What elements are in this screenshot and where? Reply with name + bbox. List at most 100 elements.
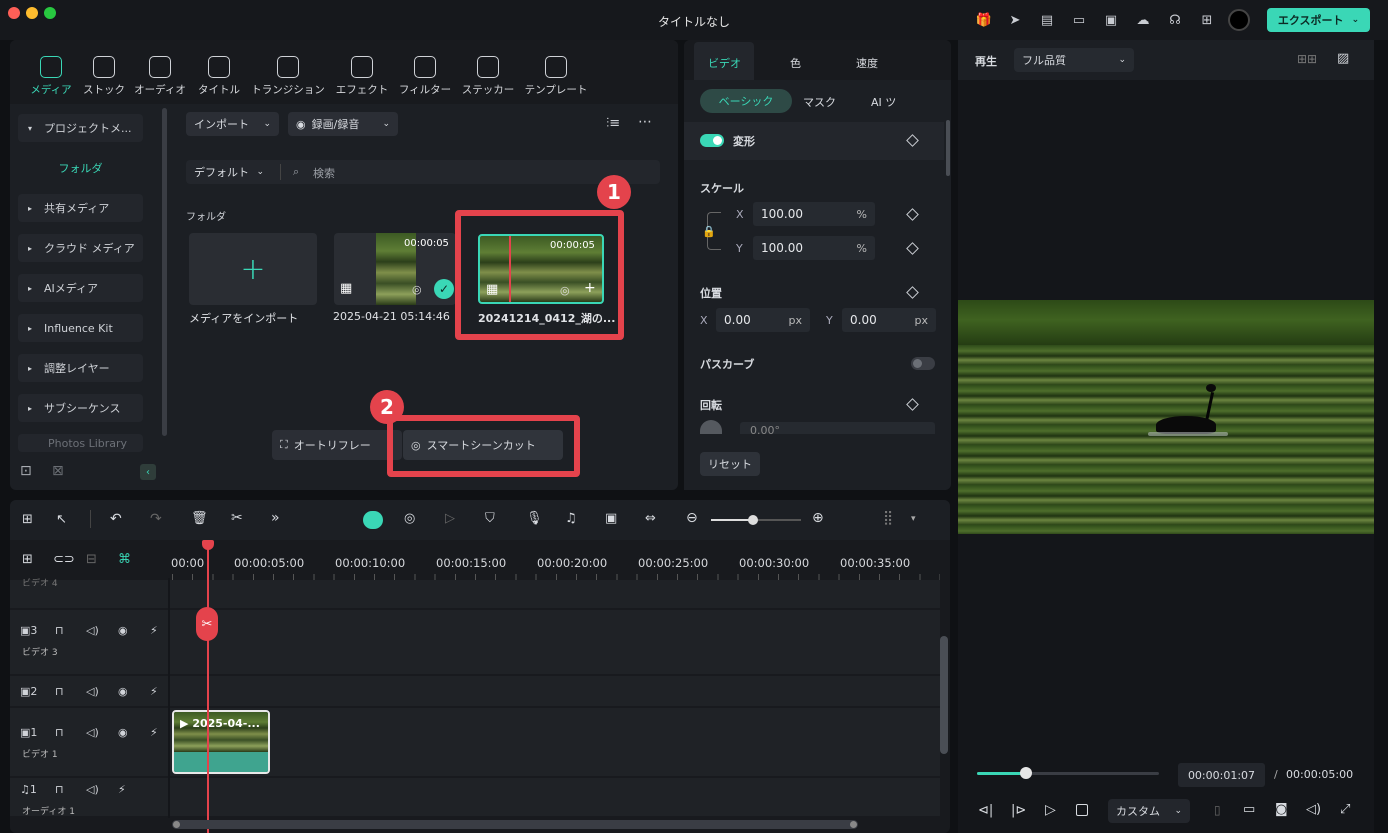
zoom-out-icon[interactable]: ⊖ xyxy=(686,510,698,526)
sidebar-item-shared[interactable]: ▸ 共有メディア xyxy=(18,194,143,222)
position-y-input[interactable]: 0.00 px xyxy=(842,308,936,332)
eye-icon[interactable]: ◉ xyxy=(118,624,128,637)
audio-icon[interactable]: ◁) xyxy=(86,726,99,739)
export-button[interactable]: エクスポート ⌄ xyxy=(1267,8,1370,32)
sidebar-item-adjustment[interactable]: ▸ 調整レイヤー xyxy=(18,354,143,382)
zoom-in-icon[interactable]: ⊕ xyxy=(812,510,824,526)
position-x-input[interactable]: 0.00 px xyxy=(716,308,810,332)
sort-dropdown[interactable]: デフォルト ⌄ xyxy=(186,160,272,184)
lock-icon[interactable]: ⊓ xyxy=(55,783,64,796)
display-icon[interactable]: ▭ xyxy=(1243,802,1255,817)
record-dropdown[interactable]: ◉ 録画/録音 ⌄ xyxy=(288,112,398,136)
timeline-horizontal-scrollbar[interactable] xyxy=(172,820,858,829)
sidebar-scrollbar[interactable] xyxy=(162,108,167,436)
subtab-basic[interactable]: ベーシック xyxy=(700,89,792,113)
audio-icon[interactable]: ◁) xyxy=(86,783,99,796)
cloud-icon[interactable]: ☁ xyxy=(1133,10,1153,30)
gift-icon[interactable]: 🎁 xyxy=(974,10,994,30)
properties-scrollbar[interactable] xyxy=(946,120,950,176)
filter-sort-icon[interactable]: ⫶≡ xyxy=(606,116,620,131)
redo-icon[interactable]: ↷ xyxy=(150,511,162,527)
sidebar-item-ai-media[interactable]: ▸ AIメディア xyxy=(18,274,143,302)
layout-grid-icon[interactable]: ⊞ xyxy=(22,512,33,527)
magic-wand-icon[interactable]: ⚡ xyxy=(150,685,158,698)
stop-icon[interactable] xyxy=(1076,804,1088,816)
auto-reframe-button[interactable]: ⛶ オートリフレー xyxy=(272,430,402,460)
scale-x-input[interactable]: 100.00% xyxy=(753,202,875,226)
category-title[interactable]: タイトル xyxy=(184,56,254,97)
rotation-input[interactable]: 0.00° xyxy=(740,422,935,434)
category-template[interactable]: テンプレート xyxy=(520,56,592,97)
import-dropdown[interactable]: インポート ⌄ xyxy=(186,112,279,136)
media-clip-1[interactable]: 00:00:05 ▦ ◎ ✓ xyxy=(334,233,456,305)
current-time-field[interactable]: 00:00:01:07 xyxy=(1178,763,1265,787)
bezier-toggle[interactable] xyxy=(911,357,935,370)
new-folder-icon[interactable]: ⊡ xyxy=(20,463,32,479)
apps-grid-icon[interactable]: ⊞ xyxy=(1197,10,1217,30)
sidebar-item-project[interactable]: ▾ プロジェクトメ... xyxy=(18,114,143,142)
layout-icon[interactable]: ▭ xyxy=(1069,10,1089,30)
magnet-snap-icon[interactable]: ⌘ xyxy=(118,552,131,567)
sidebar-item-photos[interactable]: Photos Library xyxy=(18,434,143,452)
group-icon[interactable]: ⊟ xyxy=(86,552,97,567)
next-frame-icon[interactable]: |⊳ xyxy=(1011,803,1026,818)
category-sticker[interactable]: ステッカー xyxy=(453,56,523,97)
zoom-handle[interactable] xyxy=(748,515,758,525)
ai-assistant-icon[interactable] xyxy=(363,511,383,529)
eye-icon[interactable]: ◉ xyxy=(118,726,128,739)
save-icon[interactable]: ▣ xyxy=(1101,10,1121,30)
clip-speed-icon[interactable]: ▣ xyxy=(605,511,617,526)
render-icon[interactable]: ▷ xyxy=(445,511,455,526)
add-track-icon[interactable]: ⊞ xyxy=(22,552,33,567)
audio-icon[interactable]: ◁) xyxy=(86,685,99,698)
fullscreen-icon[interactable]: ⤢ xyxy=(1340,802,1350,817)
tab-speed[interactable]: 速度 xyxy=(856,55,878,71)
subtab-mask[interactable]: マスク xyxy=(803,94,836,110)
video-preview[interactable] xyxy=(958,300,1374,534)
grid-view-icon[interactable]: ⊞⊞ xyxy=(1297,52,1317,66)
magic-wand-icon[interactable]: ⚡ xyxy=(150,624,158,637)
link-icon[interactable]: ⊂⊃ xyxy=(53,552,75,567)
task-icon[interactable]: ▤ xyxy=(1037,10,1057,30)
sidebar-item-folder[interactable]: フォルダ xyxy=(18,160,143,176)
sidebar-item-subsequence[interactable]: ▸ サブシーケンス xyxy=(18,394,143,422)
preview-progress-track[interactable] xyxy=(977,767,1159,779)
subtab-ai-tools[interactable]: AI ツ xyxy=(871,94,896,110)
scale-y-input[interactable]: 100.00% xyxy=(753,236,875,260)
headset-icon[interactable]: ☊ xyxy=(1165,10,1185,30)
track-layout-icon[interactable]: ⣿ xyxy=(883,510,893,526)
lock-icon[interactable]: ⊓ xyxy=(55,726,64,739)
category-filter[interactable]: フィルター xyxy=(390,56,460,97)
tab-video[interactable]: ビデオ xyxy=(708,55,741,71)
eye-icon[interactable]: ◉ xyxy=(118,685,128,698)
undo-icon[interactable]: ↶ xyxy=(110,511,122,527)
play-icon[interactable]: ▷ xyxy=(1045,802,1056,818)
select-arrow-icon[interactable]: ↖ xyxy=(56,512,67,527)
import-media-tile[interactable]: + xyxy=(189,233,317,305)
sidebar-item-cloud[interactable]: ▸ クラウド メディア xyxy=(18,234,143,262)
more-icon[interactable]: ⋯ xyxy=(638,114,652,130)
delete-folder-icon[interactable]: ⊠ xyxy=(52,463,64,479)
trash-icon[interactable]: 🗑 xyxy=(191,511,208,526)
shield-icon[interactable]: ⛉ xyxy=(485,511,495,526)
transform-toggle[interactable] xyxy=(700,134,724,147)
timeline-vertical-scrollbar[interactable] xyxy=(940,636,948,754)
lock-icon[interactable]: ⊓ xyxy=(55,685,64,698)
reset-button[interactable]: リセット xyxy=(700,452,760,476)
chevron-down-icon[interactable]: ▾ xyxy=(911,514,916,524)
fit-icon[interactable]: ⇔ xyxy=(645,511,656,526)
more-tools-icon[interactable]: » xyxy=(271,510,280,526)
audio-icon[interactable]: ◁) xyxy=(86,624,99,637)
device-icon[interactable]: ▯ xyxy=(1214,803,1221,817)
playhead-line[interactable] xyxy=(207,548,209,833)
record-screen-icon[interactable]: ◎ xyxy=(404,511,415,526)
quality-dropdown[interactable]: フル品質 ⌄ xyxy=(1014,48,1134,72)
magic-wand-icon[interactable]: ⚡ xyxy=(118,783,126,796)
category-effect[interactable]: エフェクト xyxy=(327,56,397,97)
zoom-slider[interactable] xyxy=(711,515,801,525)
split-scissors-icon[interactable]: ✂ xyxy=(196,607,218,641)
tab-color[interactable]: 色 xyxy=(790,55,801,71)
search-input[interactable]: 検索 xyxy=(313,165,335,181)
avatar[interactable] xyxy=(1228,9,1250,31)
collapse-sidebar-icon[interactable]: ‹ xyxy=(140,464,156,480)
